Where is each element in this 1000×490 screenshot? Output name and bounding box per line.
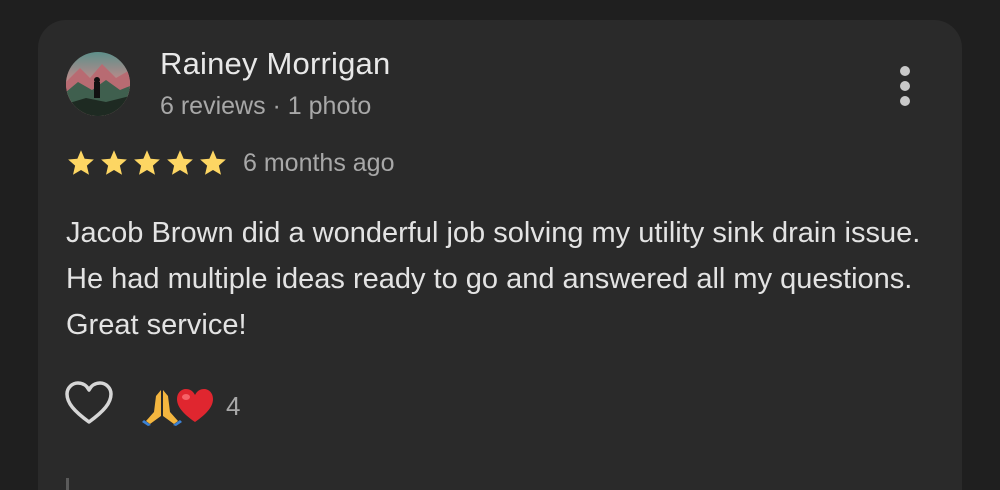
- star-icon: [101, 150, 127, 175]
- more-vert-icon-dot: [900, 96, 910, 106]
- star-icon: [68, 150, 94, 175]
- review-text: Jacob Brown did a wonderful job solving …: [66, 217, 921, 341]
- more-options-button[interactable]: [890, 62, 920, 110]
- more-vert-icon-dot: [900, 81, 910, 91]
- divider: [66, 478, 69, 490]
- star-rating: [66, 148, 228, 178]
- reviewer-stats: 6 reviews · 1 photo: [160, 92, 372, 120]
- like-button[interactable]: [64, 380, 114, 426]
- star-icon: [134, 150, 160, 175]
- review-card: Rainey Morrigan 6 reviews · 1 photo 6 mo…: [38, 20, 962, 490]
- red-heart-emoji-icon: [177, 389, 213, 422]
- reviewer-name[interactable]: Rainey Morrigan: [160, 46, 390, 82]
- star-icon: [167, 150, 193, 175]
- more-vert-icon-dot: [900, 66, 910, 76]
- reviewer-avatar[interactable]: [66, 52, 130, 116]
- star-icon: [200, 150, 226, 175]
- reaction-count: 4: [226, 390, 241, 421]
- reaction-summary[interactable]: 4: [142, 386, 240, 426]
- review-time: 6 months ago: [243, 149, 395, 177]
- heart-outline-icon: [65, 381, 113, 424]
- avatar-image: [66, 52, 130, 116]
